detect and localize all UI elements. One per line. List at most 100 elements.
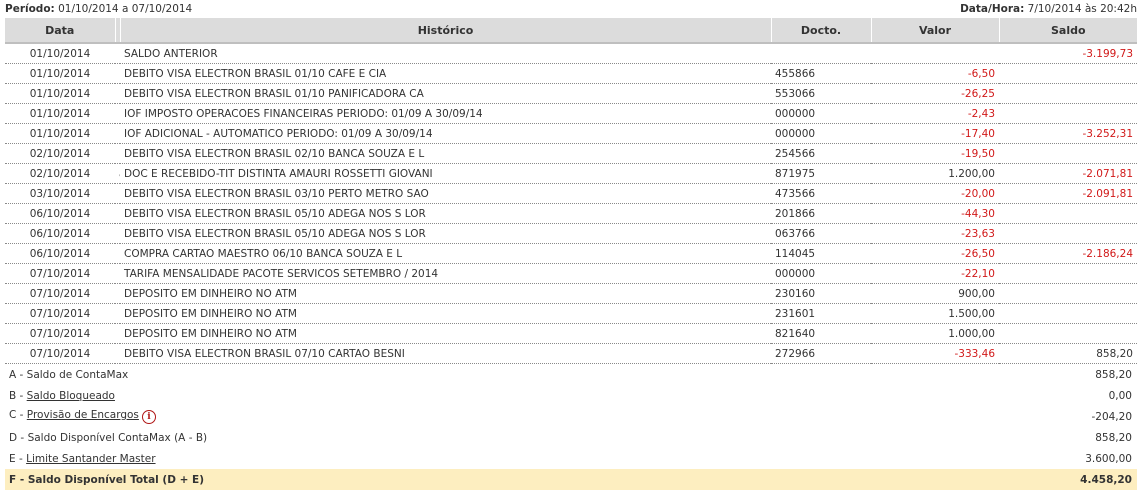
- row-value: -26,25: [871, 83, 999, 104]
- summary-rows: A - Saldo de ContaMax 858,20 B - Saldo Blo…: [5, 364, 1137, 490]
- row-date: 06/10/2014: [5, 203, 115, 224]
- row-date: 06/10/2014: [5, 243, 115, 264]
- row-history: DEBITO VISA ELECTRON BRASIL 01/10 PANIFI…: [120, 83, 771, 104]
- row-value: -23,63: [871, 223, 999, 244]
- table-row: 01/10/2014 DEBITO VISA ELECTRON BRASIL 01…: [5, 83, 1137, 104]
- row-doc: 000000: [771, 263, 871, 284]
- row-balance: [999, 63, 1137, 84]
- period-label: Período:: [5, 3, 55, 15]
- summary-label: Saldo Disponível Total (D + E): [27, 473, 205, 486]
- table-header-row: Data Histórico Docto. Valor Saldo: [5, 18, 1137, 44]
- row-doc: 821640: [771, 323, 871, 344]
- row-balance: -2.071,81: [999, 163, 1137, 184]
- table-row: 06/10/2014 COMPRA CARTAO MAESTRO 06/10 BA…: [5, 243, 1137, 264]
- row-value: -44,30: [871, 203, 999, 224]
- row-history: DEPOSITO EM DINHEIRO NO ATM: [120, 323, 771, 344]
- summary-link[interactable]: Saldo Bloqueado: [27, 390, 115, 402]
- row-history: DOC E RECEBIDO-TIT DISTINTA AMAURI ROSSE…: [120, 163, 771, 184]
- column-header-value[interactable]: Valor: [871, 18, 1000, 44]
- summary-label: Saldo Disponível ContaMax (A - B): [27, 431, 208, 444]
- row-history: DEBITO VISA ELECTRON BRASIL 01/10 CAFE E…: [120, 63, 771, 84]
- summary-link[interactable]: Provisão de Encargos: [27, 409, 139, 421]
- row-history: DEPOSITO EM DINHEIRO NO ATM: [120, 283, 771, 304]
- table-row: 06/10/2014 DEBITO VISA ELECTRON BRASIL 05…: [5, 223, 1137, 244]
- row-doc: [771, 43, 871, 64]
- datetime-value: 7/10/2014 às 20:42h: [1027, 3, 1137, 15]
- summary-link[interactable]: Limite Santander Master: [26, 453, 155, 465]
- summary-row: D - Saldo Disponível ContaMax (A - B) 858…: [5, 427, 1137, 448]
- summary-row: B - Saldo Bloqueado 0,00: [5, 385, 1137, 406]
- summary-row: E - Limite Santander Master 3.600,00: [5, 448, 1137, 469]
- summary-prefix: E -: [9, 452, 27, 465]
- row-date: 01/10/2014: [5, 63, 115, 84]
- column-header-balance[interactable]: Saldo: [999, 18, 1137, 44]
- row-doc: 230160: [771, 283, 871, 304]
- row-doc: 455866: [771, 63, 871, 84]
- row-balance: [999, 223, 1137, 244]
- info-icon[interactable]: i: [141, 410, 156, 424]
- period-info: Período: 01/10/2014 a 07/10/2014: [5, 3, 192, 15]
- row-date: 07/10/2014: [5, 303, 115, 324]
- statement-table: Data Histórico Docto. Valor Saldo 01/10/…: [5, 18, 1137, 364]
- summary-label-cell: E - Limite Santander Master: [5, 448, 879, 469]
- row-date: 02/10/2014: [5, 143, 115, 164]
- statement-header: Período: 01/10/2014 a 07/10/2014 Data/Ho…: [5, 0, 1137, 18]
- row-history: DEBITO VISA ELECTRON BRASIL 07/10 CARTAO…: [120, 343, 771, 364]
- row-balance: -2.186,24: [999, 243, 1137, 264]
- summary-label: Saldo de ContaMax: [26, 368, 129, 381]
- row-date: 01/10/2014: [5, 103, 115, 124]
- row-value: [871, 43, 999, 64]
- summary-label-cell: F - Saldo Disponível Total (D + E): [5, 469, 880, 490]
- table-row: 07/10/2014 TARIFA MENSALIDADE PACOTE SERV…: [5, 263, 1137, 284]
- row-date: 01/10/2014: [5, 123, 115, 144]
- row-history: DEBITO VISA ELECTRON BRASIL 03/10 PERTO …: [120, 183, 771, 204]
- summary-label-cell: A - Saldo de ContaMax: [5, 364, 879, 385]
- row-history: IOF ADICIONAL - AUTOMATICO PERIODO: 01/0…: [120, 123, 771, 144]
- summary-amount: 4.458,20: [879, 469, 1137, 490]
- column-header-history[interactable]: Histórico: [120, 18, 772, 44]
- table-row: 01/10/2014 DEBITO VISA ELECTRON BRASIL 01…: [5, 63, 1137, 84]
- summary-prefix: D -: [9, 431, 28, 444]
- row-date: 07/10/2014: [5, 323, 115, 344]
- statement-container: Data Histórico Docto. Valor Saldo 01/10/…: [5, 18, 1137, 490]
- summary-amount: -204,20: [1091, 410, 1132, 423]
- row-doc: 000000: [771, 123, 871, 144]
- row-date: 06/10/2014: [5, 223, 115, 244]
- row-history: DEBITO VISA ELECTRON BRASIL 05/10 ADEGA …: [120, 203, 771, 224]
- summary-row: F - Saldo Disponível Total (D + E) 4.458,…: [5, 469, 1137, 490]
- row-balance: -3.199,73: [999, 43, 1137, 64]
- summary-amount: 858,20: [1095, 431, 1132, 444]
- row-balance: [999, 83, 1137, 104]
- column-header-date[interactable]: Data: [5, 18, 116, 44]
- table-row: 06/10/2014 DEBITO VISA ELECTRON BRASIL 05…: [5, 203, 1137, 224]
- row-date: 07/10/2014: [5, 263, 115, 284]
- row-doc: 201866: [771, 203, 871, 224]
- summary-amount: 0,00: [1108, 389, 1132, 402]
- table-row: 07/10/2014 DEBITO VISA ELECTRON BRASIL 07…: [5, 343, 1137, 364]
- row-history: DEBITO VISA ELECTRON BRASIL 02/10 BANCA …: [120, 143, 771, 164]
- row-balance: 858,20: [999, 343, 1137, 364]
- row-balance: -2.091,81: [999, 183, 1137, 204]
- row-doc: 473566: [771, 183, 871, 204]
- table-row: 02/10/2014aDOC E RECEBIDO-TIT DISTINTA A…: [5, 163, 1137, 184]
- row-value: -333,46: [871, 343, 999, 364]
- row-value: 1.000,00: [871, 323, 999, 344]
- row-date: 01/10/2014: [5, 83, 115, 104]
- datetime-info: Data/Hora: 7/10/2014 às 20:42h: [960, 3, 1137, 15]
- row-doc: 063766: [771, 223, 871, 244]
- row-value: 900,00: [871, 283, 999, 304]
- row-history: TARIFA MENSALIDADE PACOTE SERVICOS SETEM…: [120, 263, 771, 284]
- row-doc: 254566: [771, 143, 871, 164]
- row-value: -26,50: [871, 243, 999, 264]
- summary-prefix: B -: [9, 389, 27, 402]
- column-header-doc[interactable]: Docto.: [771, 18, 872, 44]
- table-row: 01/10/2014 SALDO ANTERIOR -3.199,73: [5, 43, 1137, 64]
- row-date: 03/10/2014: [5, 183, 115, 204]
- row-doc: 231601: [771, 303, 871, 324]
- table-row: 07/10/2014 DEPOSITO EM DINHEIRO NO ATM 230…: [5, 283, 1137, 304]
- row-date: 07/10/2014: [5, 283, 115, 304]
- row-history: COMPRA CARTAO MAESTRO 06/10 BANCA SOUZA …: [120, 243, 771, 264]
- row-doc: 114045: [771, 243, 871, 264]
- row-doc: 000000: [771, 103, 871, 124]
- row-balance: [999, 143, 1137, 164]
